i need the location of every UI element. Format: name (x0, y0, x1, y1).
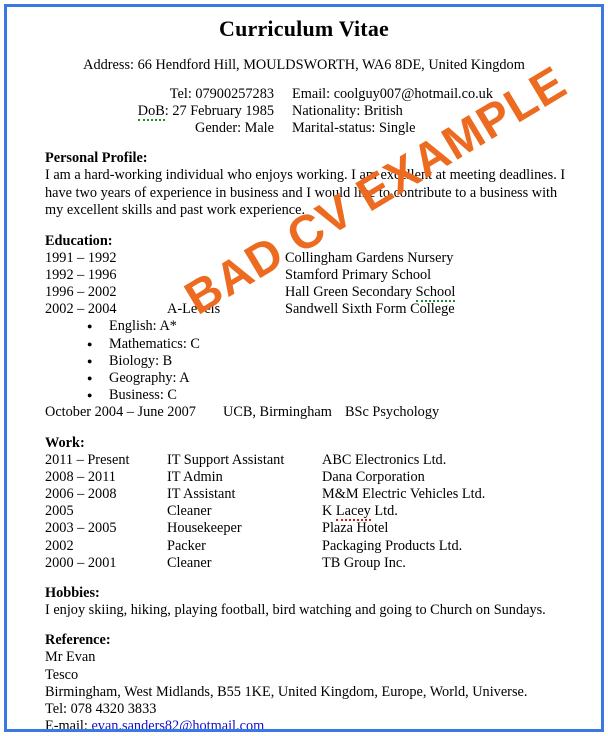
section-hobbies: Hobbies: I enjoy skiing, hiking, playing… (45, 585, 567, 620)
contact-column-left: Tel: 07900257283 DoB: 27 February 1985 G… (37, 86, 292, 137)
work-years: 2003 – 2005 (45, 520, 117, 537)
work-company: TB Group Inc. (322, 554, 406, 571)
dob-value: : 27 February 1985 (164, 103, 274, 119)
education-institution-flagged: School (415, 283, 456, 302)
list-item: Business: C (87, 386, 567, 405)
dob-label-flagged: DoB (137, 103, 165, 121)
work-years: 2000 – 2001 (45, 554, 117, 571)
table-row: 2002 Packer Packaging Products Ltd. (45, 538, 567, 555)
reference-heading: Reference: (45, 632, 111, 649)
page-title: Curriculum Vitae (218, 16, 389, 41)
contact-gender: Gender: Male (195, 120, 274, 136)
work-company-prefix: K (322, 503, 336, 520)
education-heading: Education: (45, 232, 113, 249)
work-company: M&M Electric Vehicles Ltd. (322, 485, 486, 502)
contact-tel: Tel: 07900257283 (169, 86, 274, 102)
university-years: October 2004 – June 2007 (45, 404, 196, 421)
university-degree: BSc Psychology (345, 404, 440, 421)
work-role: Packer (167, 537, 206, 554)
work-company: ABC Electronics Ltd. (322, 451, 447, 468)
work-company-suffix: Ltd. (370, 503, 398, 520)
work-company: Packaging Products Ltd. (322, 537, 463, 554)
education-row: 1996 – 2002 Hall Green Secondary School (45, 283, 567, 302)
list-item: English: A* (87, 317, 567, 336)
section-personal-profile: Personal Profile: I am a hard-working in… (45, 150, 567, 220)
contact-email: Email: coolguy007@hotmail.co.uk (292, 86, 493, 102)
list-item: Geography: A (87, 369, 567, 388)
work-role: Housekeeper (167, 520, 242, 537)
reference-name: Mr Evan (45, 649, 96, 666)
table-row: 2006 – 2008 IT Assistant M&M Electric Ve… (45, 486, 567, 503)
table-row: 2000 – 2001 Cleaner TB Group Inc. (45, 555, 567, 572)
table-row: 2011 – Present IT Support Assistant ABC … (45, 452, 567, 469)
work-years: 2011 – Present (45, 451, 130, 468)
university-place: UCB, Birmingham (223, 404, 332, 421)
work-role: IT Assistant (167, 485, 236, 502)
reference-tel: Tel: 078 4320 3833 (45, 701, 157, 718)
education-institution: Hall Green Secondary School (285, 283, 456, 302)
work-heading: Work: (45, 434, 85, 451)
work-years: 2005 (45, 503, 74, 520)
list-item: Mathematics: C (87, 335, 567, 354)
work-company: Plaza Hotel (322, 520, 389, 537)
work-role: Cleaner (167, 503, 212, 520)
contact-nationality: Nationality: British (292, 103, 403, 119)
work-role: Cleaner (167, 554, 212, 571)
education-row: 2002 – 2004 A-Levels Sandwell Sixth Form… (45, 301, 567, 318)
work-years: 2002 (45, 537, 74, 554)
section-education: Education: 1991 – 1992 Collingham Garden… (45, 233, 567, 422)
education-institution-text: Hall Green Secondary (285, 283, 416, 300)
reference-email-row: E-mail: evan.sanders82@hotmail.com (45, 718, 567, 732)
education-institution: Stamford Primary School (285, 266, 432, 283)
list-item: Biology: B (87, 352, 567, 371)
personal-profile-text: I am a hard-working individual who enjoy… (45, 167, 566, 218)
education-institution: Collingham Gardens Nursery (285, 249, 454, 266)
contact-details-block: Tel: 07900257283 DoB: 27 February 1985 G… (7, 86, 601, 137)
work-years: 2006 – 2008 (45, 485, 117, 502)
table-row: 2003 – 2005 Housekeeper Plaza Hotel (45, 520, 567, 537)
education-row: 1992 – 1996 Stamford Primary School (45, 267, 567, 284)
education-qualification (167, 267, 285, 284)
hobbies-text: I enjoy skiing, hiking, playing football… (45, 601, 546, 618)
section-work: Work: 2011 – Present IT Support Assistan… (45, 435, 567, 572)
education-qualification: A-Levels (167, 301, 221, 318)
section-reference: Reference: Mr Evan Tesco Birmingham, Wes… (45, 632, 567, 732)
education-institution: Sandwell Sixth Form College (285, 301, 455, 318)
reference-email-label: E-mail: (45, 718, 92, 732)
work-years: 2008 – 2011 (45, 468, 116, 485)
work-role: IT Support Assistant (167, 451, 285, 468)
contact-dob: DoB: 27 February 1985 (37, 103, 274, 121)
work-role: IT Admin (167, 468, 223, 485)
address-line: Address: 66 Hendford Hill, MOULDSWORTH, … (83, 57, 525, 73)
personal-profile-heading: Personal Profile: (45, 150, 148, 166)
work-company: K Lacey Ltd. (322, 503, 398, 522)
cv-page-border: Curriculum Vitae Address: 66 Hendford Hi… (4, 4, 604, 732)
education-row: 1991 – 1992 Collingham Gardens Nursery (45, 250, 567, 267)
university-row: October 2004 – June 2007 UCB, Birmingham… (45, 404, 567, 421)
table-row: 2008 – 2011 IT Admin Dana Corporation (45, 469, 567, 486)
work-company-flagged: Lacey (335, 503, 371, 522)
contact-marital-status: Marital-status: Single (292, 120, 416, 136)
cv-body: Personal Profile: I am a hard-working in… (7, 150, 601, 732)
reference-email-link[interactable]: evan.sanders82@hotmail.com (91, 718, 264, 729)
a-level-grade-list: English: A* Mathematics: C Biology: B Ge… (45, 317, 567, 405)
table-row: 2005 Cleaner K Lacey Ltd. (45, 503, 567, 522)
contact-column-right: Email: coolguy007@hotmail.co.uk National… (292, 86, 591, 137)
education-years: 1992 – 1996 (45, 266, 117, 283)
education-qualification (167, 284, 285, 301)
reference-company: Tesco (45, 666, 79, 683)
reference-address: Birmingham, West Midlands, B55 1KE, Unit… (45, 683, 528, 700)
education-years: 1996 – 2002 (45, 283, 117, 300)
education-years: 2002 – 2004 (45, 301, 117, 318)
hobbies-heading: Hobbies: (45, 584, 100, 601)
work-company: Dana Corporation (322, 468, 425, 485)
education-years: 1991 – 1992 (45, 249, 117, 266)
education-qualification (167, 250, 285, 267)
cv-page-content: Curriculum Vitae Address: 66 Hendford Hi… (7, 16, 601, 732)
